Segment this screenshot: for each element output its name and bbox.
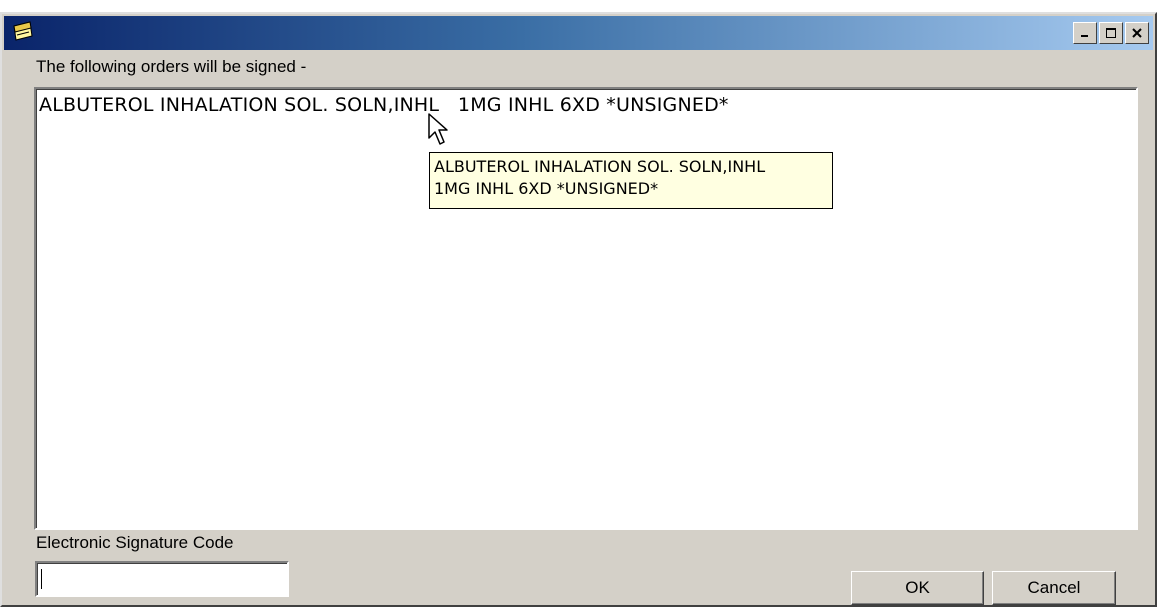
ok-button[interactable]: OK <box>851 571 984 605</box>
orders-label: The following orders will be signed - <box>36 57 307 76</box>
order-tooltip: ALBUTEROL INHALATION SOL. SOLN,INHL 1MG … <box>429 152 833 209</box>
signature-code-input[interactable] <box>35 561 289 597</box>
notepad-icon <box>10 20 34 42</box>
tooltip-line: ALBUTEROL INHALATION SOL. SOLN,INHL <box>434 157 766 176</box>
list-item[interactable]: ALBUTEROL INHALATION SOL. SOLN,INHL 1MG … <box>39 94 729 116</box>
maximize-button[interactable] <box>1099 22 1123 44</box>
minimize-button[interactable] <box>1073 22 1097 44</box>
arrow-cursor-icon <box>428 113 448 145</box>
maximize-icon <box>1106 28 1116 38</box>
page-top-margin <box>0 0 1165 12</box>
close-button[interactable] <box>1125 22 1149 44</box>
signature-code-label: Electronic Signature Code <box>36 533 234 552</box>
close-icon <box>1132 28 1142 38</box>
cancel-button[interactable]: Cancel <box>992 571 1116 605</box>
tooltip-line: 1MG INHL 6XD *UNSIGNED* <box>434 179 659 198</box>
text-caret <box>41 569 42 589</box>
minimize-icon <box>1081 35 1088 37</box>
sign-orders-dialog: The following orders will be signed - AL… <box>0 12 1157 607</box>
title-bar[interactable] <box>4 16 1153 50</box>
